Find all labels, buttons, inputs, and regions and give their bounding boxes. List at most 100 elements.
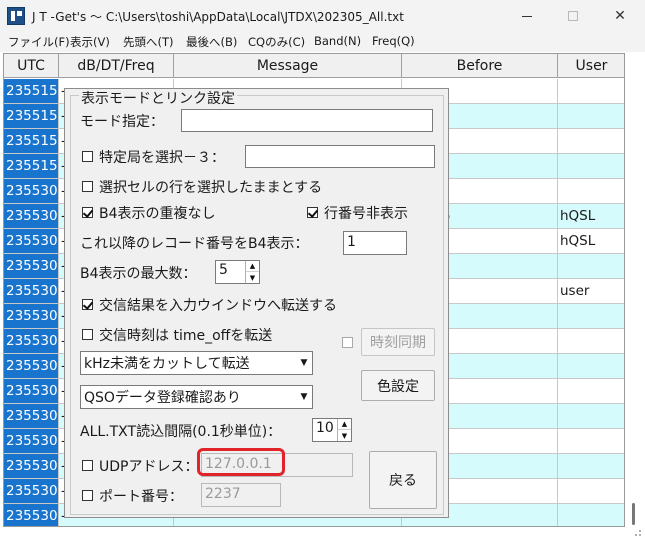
b4-max-label: B4表示の最大数： <box>80 266 197 282</box>
cell-user[interactable]: hQSL <box>558 229 624 253</box>
cell-utc[interactable]: 235530 <box>4 379 59 403</box>
interval-spinner[interactable]: 10 ▲ ▼ <box>312 418 352 442</box>
cell-user[interactable] <box>558 429 624 453</box>
cell-user[interactable] <box>558 379 624 403</box>
b4-max-spin-buttons: ▲ ▼ <box>245 261 259 283</box>
maximize-button[interactable] <box>550 0 596 32</box>
port-number-label: ポート番号： <box>99 489 183 505</box>
specific-station-input[interactable] <box>245 145 435 168</box>
cell-user[interactable] <box>558 254 624 278</box>
cell-user[interactable] <box>558 504 624 526</box>
spin-down-icon[interactable]: ▼ <box>246 272 259 283</box>
interval-label: ALL.TXT読込間隔(0.1秒単位)： <box>80 424 282 440</box>
cell-utc[interactable]: 235515 <box>4 129 59 153</box>
transfer-result-checkbox[interactable] <box>82 299 93 310</box>
khz-cut-combo[interactable]: kHz未満をカットして転送 ▼ <box>80 351 313 375</box>
cell-utc[interactable]: 235515 <box>4 104 59 128</box>
port-number-input[interactable]: 2237 <box>201 483 281 507</box>
record-number-input[interactable]: 1 <box>343 231 407 255</box>
chevron-down-icon[interactable]: ▼ <box>296 386 312 408</box>
cell-user[interactable]: user <box>558 279 624 303</box>
scrollbar-thumb[interactable] <box>632 503 635 525</box>
menu-cq-only[interactable]: CQのみ(C) <box>248 34 305 50</box>
cell-user[interactable]: hQSL <box>558 204 624 228</box>
b4-max-spinner[interactable]: 5 ▲ ▼ <box>215 260 260 284</box>
cell-user[interactable] <box>558 79 624 103</box>
menu-bottom[interactable]: 最後へ(B) <box>186 34 237 50</box>
cell-user[interactable] <box>558 104 624 128</box>
cell-utc[interactable]: 235530 <box>4 304 59 328</box>
cell-utc[interactable]: 235530 <box>4 204 59 228</box>
cell-utc[interactable]: 235530 <box>4 329 59 353</box>
vertical-scrollbar[interactable] <box>626 53 641 527</box>
spin-up-icon[interactable]: ▲ <box>246 261 259 272</box>
cell-utc[interactable]: 235530 <box>4 254 59 278</box>
close-icon: ✕ <box>614 8 626 24</box>
minimize-button[interactable] <box>504 0 550 32</box>
hide-line-number-checkbox[interactable] <box>307 207 318 218</box>
cell-user[interactable] <box>558 179 624 203</box>
port-number-checkbox[interactable] <box>82 490 93 501</box>
b4-no-duplicate-checkbox[interactable] <box>82 207 93 218</box>
cell-user[interactable] <box>558 404 624 428</box>
udp-address-checkbox[interactable] <box>82 460 93 471</box>
group-title: 表示モードとリンク設定 <box>79 91 237 107</box>
time-sync-checkbox[interactable] <box>342 337 353 348</box>
col-header-utc[interactable]: UTC <box>4 54 59 78</box>
maximize-icon <box>568 11 578 21</box>
cell-utc[interactable]: 235515 <box>4 79 59 103</box>
col-header-db-dt-freq[interactable]: dB/DT/Freq <box>59 54 174 78</box>
time-sync-button[interactable]: 時刻同期 <box>361 328 435 356</box>
mode-input[interactable] <box>181 109 433 132</box>
menu-view[interactable]: 表示(V) <box>70 34 110 50</box>
menu-band[interactable]: Band(N) <box>314 34 361 48</box>
b4-max-value: 5 <box>219 262 228 278</box>
khz-cut-value: kHz未満をカットして転送 <box>84 356 250 372</box>
cell-utc[interactable]: 235530 <box>4 454 59 478</box>
cell-utc[interactable]: 235530 <box>4 179 59 203</box>
menu-file[interactable]: ファイル(F) <box>8 34 70 50</box>
cell-utc[interactable]: 235530 <box>4 229 59 253</box>
spin-down-icon[interactable]: ▼ <box>338 430 351 441</box>
cell-user[interactable] <box>558 479 624 503</box>
specific-station-checkbox[interactable] <box>82 151 93 162</box>
col-header-before[interactable]: Before <box>402 54 558 78</box>
qso-confirm-combo[interactable]: QSOデータ登録確認あり ▼ <box>80 385 313 409</box>
color-settings-button[interactable]: 色設定 <box>361 370 435 401</box>
menu-freq[interactable]: Freq(Q) <box>372 34 415 48</box>
time-off-checkbox[interactable] <box>82 329 93 340</box>
cell-utc[interactable]: 235530 <box>4 504 59 526</box>
chevron-down-icon[interactable]: ▼ <box>296 352 312 374</box>
transfer-result-label: 交信結果を入力ウインドウへ転送する <box>99 298 337 314</box>
resize-grip-icon[interactable] <box>630 525 642 537</box>
qso-confirm-value: QSOデータ登録確認あり <box>84 390 241 406</box>
cell-user[interactable] <box>558 354 624 378</box>
window-title: J T -Get's ～ C:\Users\toshi\AppData\Loca… <box>32 10 404 24</box>
col-header-user[interactable]: User <box>558 54 624 78</box>
cell-utc[interactable]: 235530 <box>4 279 59 303</box>
cell-user[interactable] <box>558 454 624 478</box>
cell-utc[interactable]: 235530 <box>4 404 59 428</box>
keep-selection-checkbox[interactable] <box>82 181 93 192</box>
cell-utc[interactable]: 235515 <box>4 154 59 178</box>
col-header-message[interactable]: Message <box>174 54 402 78</box>
spin-up-icon[interactable]: ▲ <box>338 419 351 430</box>
close-button[interactable]: ✕ <box>597 0 643 32</box>
menu-bar: ファイル(F) 表示(V) 先頭へ(T) 最後へ(B) CQのみ(C) Band… <box>0 32 645 52</box>
cell-utc[interactable]: 235530 <box>4 429 59 453</box>
interval-spin-buttons: ▲ ▼ <box>337 419 351 441</box>
back-button[interactable]: 戻る <box>369 451 437 509</box>
keep-selection-label: 選択セルの行を選択したままとする <box>99 180 323 196</box>
app-icon <box>7 7 25 25</box>
cell-utc[interactable]: 235530 <box>4 354 59 378</box>
mode-label: モード指定： <box>80 114 164 130</box>
cell-user[interactable] <box>558 304 624 328</box>
cell-user[interactable] <box>558 329 624 353</box>
record-number-label: これ以降のレコード番号をB4表示： <box>80 236 309 252</box>
menu-top[interactable]: 先頭へ(T) <box>123 34 174 50</box>
b4-no-duplicate-label: B4表示の重複なし <box>99 206 216 222</box>
interval-value: 10 <box>316 420 334 436</box>
cell-utc[interactable]: 235530 <box>4 479 59 503</box>
cell-user[interactable] <box>558 154 624 178</box>
cell-user[interactable] <box>558 129 624 153</box>
